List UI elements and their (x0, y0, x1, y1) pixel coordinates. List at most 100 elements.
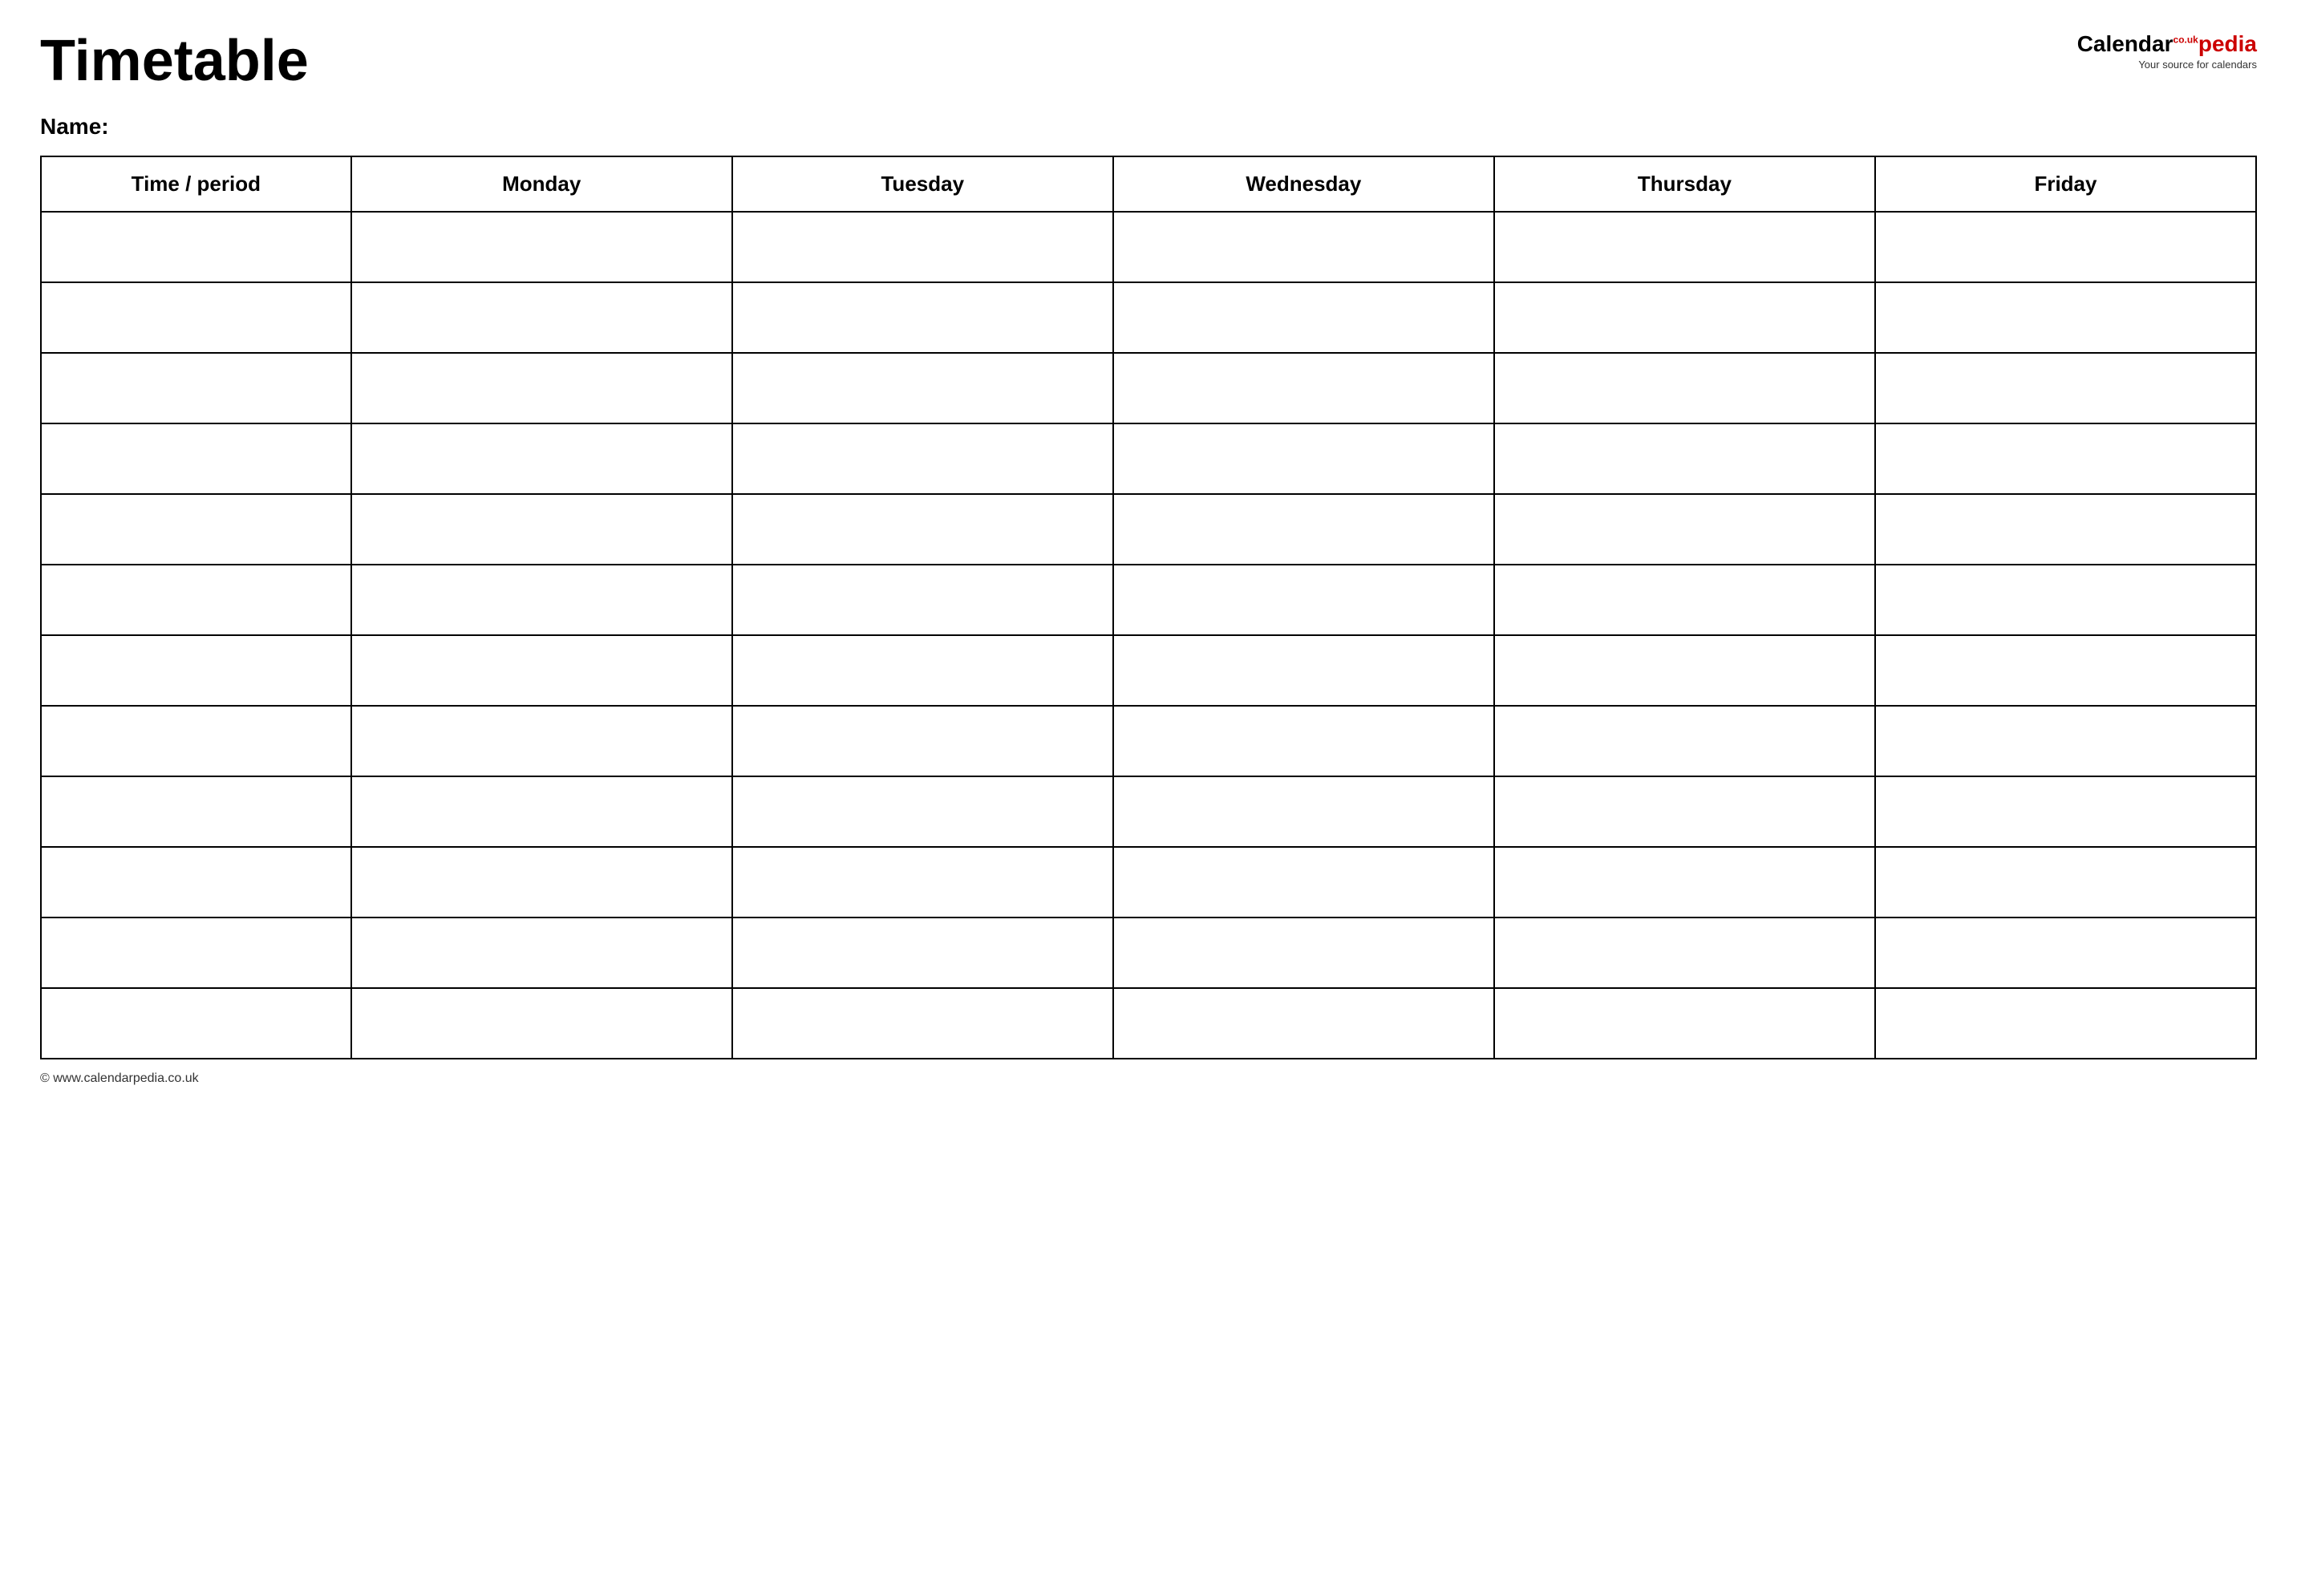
table-cell[interactable] (41, 988, 351, 1059)
page-title: Timetable (40, 32, 309, 90)
table-cell[interactable] (1113, 353, 1494, 423)
table-cell[interactable] (41, 917, 351, 988)
col-thursday: Thursday (1494, 156, 1875, 212)
table-cell[interactable] (1875, 635, 2256, 706)
table-row (41, 847, 2256, 917)
table-cell[interactable] (41, 776, 351, 847)
table-cell[interactable] (1494, 847, 1875, 917)
table-cell[interactable] (1113, 847, 1494, 917)
table-cell[interactable] (351, 423, 732, 494)
name-label: Name: (40, 114, 2257, 140)
table-cell[interactable] (1113, 988, 1494, 1059)
table-row (41, 423, 2256, 494)
table-cell[interactable] (732, 988, 1113, 1059)
table-cell[interactable] (1113, 635, 1494, 706)
table-cell[interactable] (1113, 212, 1494, 282)
table-cell[interactable] (41, 847, 351, 917)
table-cell[interactable] (732, 847, 1113, 917)
table-row (41, 494, 2256, 565)
page-header: Timetable Calendarco.ukpedia Your source… (40, 32, 2257, 90)
table-cell[interactable] (41, 494, 351, 565)
table-cell[interactable] (1494, 565, 1875, 635)
table-cell[interactable] (732, 776, 1113, 847)
table-cell[interactable] (1113, 423, 1494, 494)
table-cell[interactable] (41, 353, 351, 423)
table-cell[interactable] (1494, 423, 1875, 494)
table-cell[interactable] (351, 917, 732, 988)
table-cell[interactable] (41, 423, 351, 494)
table-row (41, 212, 2256, 282)
table-cell[interactable] (732, 353, 1113, 423)
table-cell[interactable] (1875, 917, 2256, 988)
table-cell[interactable] (732, 917, 1113, 988)
table-cell[interactable] (1875, 423, 2256, 494)
col-tuesday: Tuesday (732, 156, 1113, 212)
table-cell[interactable] (1494, 635, 1875, 706)
table-cell[interactable] (1113, 776, 1494, 847)
table-cell[interactable] (41, 635, 351, 706)
table-cell[interactable] (732, 706, 1113, 776)
table-cell[interactable] (1494, 776, 1875, 847)
table-cell[interactable] (351, 706, 732, 776)
col-time-period: Time / period (41, 156, 351, 212)
table-cell[interactable] (41, 706, 351, 776)
table-cell[interactable] (1494, 706, 1875, 776)
table-cell[interactable] (41, 565, 351, 635)
table-cell[interactable] (1875, 353, 2256, 423)
table-cell[interactable] (732, 635, 1113, 706)
table-cell[interactable] (1494, 353, 1875, 423)
table-cell[interactable] (1875, 212, 2256, 282)
table-cell[interactable] (41, 282, 351, 353)
table-cell[interactable] (351, 494, 732, 565)
logo-tagline: Your source for calendars (2138, 59, 2257, 71)
table-cell[interactable] (732, 565, 1113, 635)
table-cell[interactable] (1875, 494, 2256, 565)
logo-calendar: Calendar (2077, 31, 2173, 56)
table-cell[interactable] (1875, 706, 2256, 776)
table-cell[interactable] (1875, 776, 2256, 847)
table-cell[interactable] (732, 212, 1113, 282)
table-row (41, 353, 2256, 423)
table-cell[interactable] (351, 847, 732, 917)
table-cell[interactable] (351, 988, 732, 1059)
col-friday: Friday (1875, 156, 2256, 212)
table-cell[interactable] (1113, 706, 1494, 776)
footer: © www.calendarpedia.co.uk (40, 1071, 2257, 1086)
table-cell[interactable] (351, 635, 732, 706)
table-cell[interactable] (1494, 988, 1875, 1059)
logo-pedia: pedia (2198, 31, 2257, 56)
table-cell[interactable] (351, 212, 732, 282)
table-cell[interactable] (351, 353, 732, 423)
table-row (41, 706, 2256, 776)
table-row (41, 776, 2256, 847)
table-cell[interactable] (1494, 282, 1875, 353)
table-cell[interactable] (351, 776, 732, 847)
table-header-row: Time / period Monday Tuesday Wednesday T… (41, 156, 2256, 212)
table-cell[interactable] (41, 212, 351, 282)
table-cell[interactable] (1875, 988, 2256, 1059)
table-cell[interactable] (1113, 282, 1494, 353)
table-cell[interactable] (1494, 494, 1875, 565)
table-cell[interactable] (1875, 282, 2256, 353)
table-row (41, 988, 2256, 1059)
table-row (41, 917, 2256, 988)
table-cell[interactable] (732, 494, 1113, 565)
table-cell[interactable] (1875, 565, 2256, 635)
table-row (41, 282, 2256, 353)
table-cell[interactable] (1113, 917, 1494, 988)
table-cell[interactable] (351, 282, 732, 353)
table-cell[interactable] (732, 282, 1113, 353)
logo-co-uk: co.uk (2173, 34, 2198, 46)
timetable: Time / period Monday Tuesday Wednesday T… (40, 156, 2257, 1059)
table-cell[interactable] (732, 423, 1113, 494)
table-cell[interactable] (1494, 212, 1875, 282)
logo-text: Calendarco.ukpedia (2077, 32, 2257, 57)
table-row (41, 565, 2256, 635)
table-cell[interactable] (1494, 917, 1875, 988)
logo-container: Calendarco.ukpedia Your source for calen… (2077, 32, 2257, 71)
table-cell[interactable] (1875, 847, 2256, 917)
table-cell[interactable] (1113, 565, 1494, 635)
col-wednesday: Wednesday (1113, 156, 1494, 212)
table-cell[interactable] (351, 565, 732, 635)
table-cell[interactable] (1113, 494, 1494, 565)
